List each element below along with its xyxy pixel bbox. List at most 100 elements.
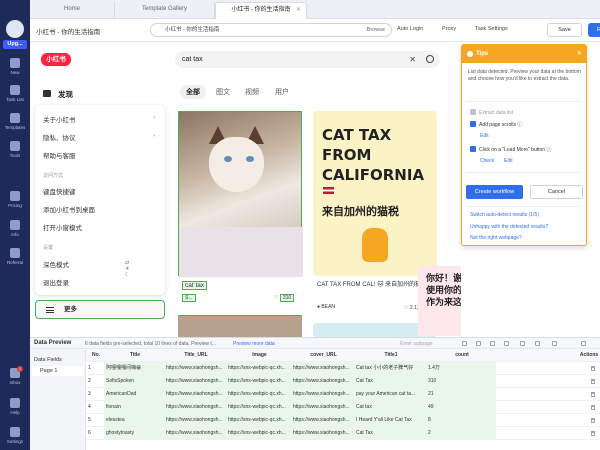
- cancel-button[interactable]: Cancel: [530, 185, 583, 199]
- save-button[interactable]: Save: [547, 23, 582, 37]
- column-header[interactable]: Actions: [576, 349, 600, 361]
- column-header[interactable]: count: [426, 349, 496, 361]
- menu-item-logout[interactable]: 退出登录: [43, 277, 69, 287]
- list-view-icon[interactable]: [520, 341, 525, 346]
- sidebar-item-referral[interactable]: Referral: [0, 248, 30, 265]
- url-input[interactable]: 小红书 - 你的生活指南 Browse: [150, 23, 392, 37]
- more-icon[interactable]: [552, 341, 557, 346]
- sidebar-item-info[interactable]: Info: [0, 220, 30, 237]
- post-author[interactable]: ● BEAN: [317, 304, 335, 310]
- menu-item-add-desktop[interactable]: 添加小红书到桌面: [43, 204, 95, 214]
- menu-item-privacy[interactable]: 隐私、协议 ›: [43, 132, 155, 142]
- tab-xiaohongshu[interactable]: 小红书 - 你的生活指南 ✕: [215, 2, 307, 19]
- table-row[interactable]: 6 ghostytoasty https://www.xiaohongsh... ht…: [86, 427, 600, 440]
- page-1-item[interactable]: Page 1: [32, 366, 84, 376]
- auto-mode-icon[interactable]: ⇄ ☀ ☾: [125, 260, 129, 278]
- search-icon[interactable]: [426, 55, 434, 63]
- sidebar-item-settings[interactable]: Settings: [0, 427, 30, 444]
- create-workflow-button[interactable]: Create workflow: [466, 185, 523, 199]
- wrong-page-link[interactable]: Not the right webpage?: [470, 235, 522, 241]
- enter-subpage-button[interactable]: Enter subpage: [400, 341, 433, 347]
- trash-icon[interactable]: [591, 431, 595, 436]
- table-cell: 8: [426, 414, 496, 426]
- sidebar-item-help[interactable]: Help: [0, 398, 30, 415]
- table-row[interactable]: 5 elesstea https://www.xiaohongsh... https:…: [86, 414, 600, 427]
- table-cell: https://sns-webpic-qc.xh...: [226, 427, 291, 439]
- sidebar-item-new[interactable]: New: [0, 58, 30, 75]
- upgrade-button[interactable]: Upg...: [3, 40, 27, 49]
- filter-tab-image-text[interactable]: 图文: [216, 87, 230, 97]
- trash-icon[interactable]: [591, 405, 595, 410]
- table-cell: elesstea: [104, 414, 164, 426]
- task-settings-button[interactable]: Task Settings: [475, 26, 508, 32]
- post-title[interactable]: cat tax: [182, 281, 208, 290]
- browse-toggle[interactable]: Browse: [367, 24, 385, 36]
- collapse-panel-icon[interactable]: [581, 341, 586, 346]
- sidebar-item-tools[interactable]: Tools: [0, 141, 30, 158]
- table-row[interactable]: 3 AmericanDad https://www.xiaohongsh... htt…: [86, 388, 600, 401]
- nav-discover[interactable]: 发现: [58, 89, 73, 100]
- sidebar-item-templates[interactable]: Templates: [0, 113, 30, 130]
- checkbox-icon[interactable]: [470, 121, 476, 127]
- column-header[interactable]: Image: [226, 349, 291, 361]
- xiaohongshu-logo[interactable]: 小红书: [41, 53, 71, 66]
- close-tab-icon[interactable]: ✕: [296, 3, 301, 18]
- check-link[interactable]: Check: [480, 158, 494, 164]
- info-icon: [10, 220, 20, 230]
- auto-login-button[interactable]: Auto Login: [397, 26, 423, 32]
- filter-tab-users[interactable]: 用户: [275, 87, 289, 97]
- post-image-next[interactable]: [178, 315, 302, 337]
- sidebar-item-inbox[interactable]: 1 Inbox: [0, 366, 30, 385]
- grid-view-icon[interactable]: [535, 341, 540, 346]
- menu-item-shortcuts[interactable]: 键盘快捷键: [43, 186, 76, 196]
- delete-icon[interactable]: [462, 341, 467, 346]
- post-image-thanks[interactable]: 你好！谢谢我们的中国朋友欢迎我们美国人使用你的应用程序！😺这是我的猫的照片，作为…: [418, 266, 461, 336]
- sidebar-item-pricing[interactable]: Pricing: [0, 191, 30, 208]
- trash-icon[interactable]: [591, 366, 595, 371]
- table-row[interactable]: 1 阿嚏嘎嘎间嗨😁 https://www.xiaohongsh... https:/…: [86, 362, 600, 375]
- preview-more-link[interactable]: Preview more data: [233, 341, 275, 347]
- info-icon: [467, 51, 473, 57]
- menu-item-help[interactable]: 帮助与客服: [43, 150, 76, 160]
- sidebar-item-task-list[interactable]: Task List: [0, 85, 30, 102]
- tab-template-gallery[interactable]: Template Gallery: [115, 2, 215, 19]
- table-row[interactable]: 4 fionain https://www.xiaohongsh... https:/…: [86, 401, 600, 414]
- search-input[interactable]: cat tax ✕: [175, 51, 440, 68]
- clear-icon[interactable]: ✕: [409, 51, 416, 68]
- option-load-more[interactable]: Click on a "Load More" button ⓘ: [470, 146, 552, 153]
- run-button[interactable]: Run: [588, 23, 600, 37]
- collapse-icon[interactable]: ×: [577, 45, 581, 63]
- menu-item-about[interactable]: 关于小红书 ›: [43, 114, 155, 124]
- switch-results-link[interactable]: Switch auto-detect results (1/5): [470, 212, 539, 218]
- menu-item-mini-window[interactable]: 打开小窗模式: [43, 222, 82, 232]
- column-header[interactable]: Title1: [354, 349, 426, 361]
- menu-item-dark-mode[interactable]: 深色模式 ⇄ ☀ ☾: [43, 259, 129, 278]
- post-likes[interactable]: ♡ 310: [274, 294, 295, 302]
- edit-loadmore-link[interactable]: Edit: [504, 158, 513, 164]
- edit-scroll-link[interactable]: Edit: [480, 133, 489, 139]
- post-author[interactable]: S...: [182, 294, 196, 302]
- filter-icon[interactable]: [504, 341, 509, 346]
- tab-home[interactable]: Home: [30, 2, 115, 19]
- filter-tab-all[interactable]: 全部: [180, 85, 206, 99]
- checkbox-icon[interactable]: [470, 146, 476, 152]
- copy-icon[interactable]: [476, 341, 481, 346]
- proxy-button[interactable]: Proxy: [442, 26, 456, 32]
- more-button[interactable]: 更多: [35, 300, 165, 319]
- post-image-cat[interactable]: [178, 111, 303, 277]
- column-header[interactable]: Title_URL: [164, 349, 226, 361]
- export-icon[interactable]: [490, 341, 495, 346]
- table-row[interactable]: 2 SofisSpoken https://www.xiaohongsh... htt…: [86, 375, 600, 388]
- filter-tab-video[interactable]: 视频: [245, 87, 259, 97]
- avatar[interactable]: [6, 20, 24, 38]
- trash-icon[interactable]: [591, 418, 595, 423]
- option-add-page-scrolls[interactable]: Add page scrolls ⓘ: [470, 121, 522, 128]
- column-header[interactable]: No.: [86, 349, 104, 361]
- unhappy-link[interactable]: Unhappy with the detected results?: [470, 224, 548, 230]
- column-header[interactable]: cover_URL: [291, 349, 354, 361]
- table-cell: AmericanDad: [104, 388, 164, 400]
- post-image-cat-tax-california[interactable]: CAT TAX FROM CALIFORNIA 来自加州的猫税: [313, 111, 437, 276]
- trash-icon[interactable]: [591, 379, 595, 384]
- column-header[interactable]: Title: [104, 349, 164, 361]
- trash-icon[interactable]: [591, 392, 595, 397]
